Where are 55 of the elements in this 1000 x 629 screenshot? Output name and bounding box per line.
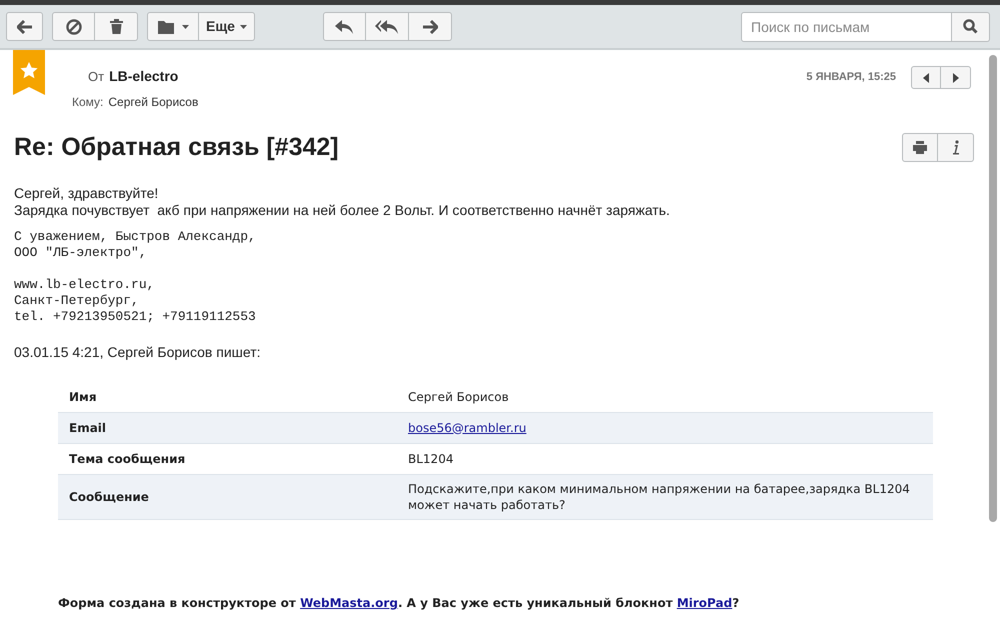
footer-link[interactable]: WebMasta.org [300, 596, 398, 610]
sender-name: LB-electro [109, 67, 178, 86]
search-field[interactable]: Поиск по письмам [741, 12, 952, 42]
message-text: Сергей, здравствуйте! [14, 184, 160, 202]
signature-line: С уважением, Быстров Александр, [14, 228, 257, 244]
signature-line: ООО "ЛБ-электро", [14, 244, 148, 260]
to-label: Кому: [72, 94, 104, 111]
signature-line: tel. +79213950521; +79119112553 [14, 308, 257, 324]
field-label: Тема сообщения [58, 443, 408, 474]
blocked-icon [66, 18, 82, 34]
trash-icon [110, 19, 122, 34]
move-folder-button[interactable] [147, 12, 199, 41]
message-date: 5 ЯНВАРЯ, 15:25 [806, 70, 896, 85]
right-arrow-icon [422, 20, 438, 34]
print-button[interactable] [902, 133, 938, 162]
left-arrow-icon [16, 20, 32, 34]
field-value: Подскажите,при каком минимальном напряжении на батарее,зарядка BL1204 может начать работать? [408, 474, 933, 519]
scrollbar-thumb[interactable] [988, 55, 996, 522]
forward-button[interactable] [408, 12, 452, 41]
info-button[interactable] [938, 133, 974, 162]
star-bookmark-icon[interactable] [13, 50, 45, 95]
signature-line: Санкт-Петербург, [14, 292, 140, 308]
field-label: Email [58, 412, 408, 443]
left-triangle-icon [923, 72, 929, 82]
caret-icon [240, 24, 247, 28]
delete-button[interactable] [95, 12, 138, 41]
spam-button[interactable] [52, 12, 95, 41]
folder-icon [158, 20, 176, 34]
search-icon [963, 19, 978, 34]
more-button[interactable]: Еще [199, 12, 255, 41]
printer-icon [913, 141, 927, 154]
message-subject: Re: Обратная связь [#342] [14, 132, 340, 163]
previous-message-button[interactable] [911, 66, 941, 89]
reply-button[interactable] [322, 12, 366, 41]
next-message-button[interactable] [941, 66, 971, 89]
field-label: Сообщение [58, 474, 408, 519]
field-value: BL1204 [408, 443, 933, 474]
quote-header: 03.01.15 4:21, Сергей Борисов пишет: [14, 342, 262, 362]
info-icon [952, 140, 960, 156]
from-label: От [88, 68, 104, 86]
reply-icon [335, 20, 354, 34]
field-label: Имя [58, 382, 408, 412]
recipient-name: Сергей Борисов [108, 94, 198, 111]
email-link[interactable]: bose56@rambler.ru [408, 420, 526, 434]
caret-icon [182, 24, 188, 28]
search-button[interactable] [952, 12, 990, 42]
footer-link[interactable]: MiroPad [676, 596, 732, 610]
reply-all-icon [374, 20, 399, 34]
reply-all-button[interactable] [366, 12, 409, 41]
right-triangle-icon [952, 72, 958, 82]
footer-text: Форма создана в конструкторе от WebMasta.org. А у Вас уже есть уникальный блокнот MiroPad? [58, 594, 740, 612]
field-value: Сергей Борисов [408, 382, 933, 412]
back-button[interactable] [6, 12, 43, 41]
signature-line: www.lb-electro.ru, [14, 276, 156, 292]
message-text: Зарядка почувствует акб при напряжении на ней более 2 Вольт. И соответственно начнёт заряжать. [14, 202, 671, 218]
